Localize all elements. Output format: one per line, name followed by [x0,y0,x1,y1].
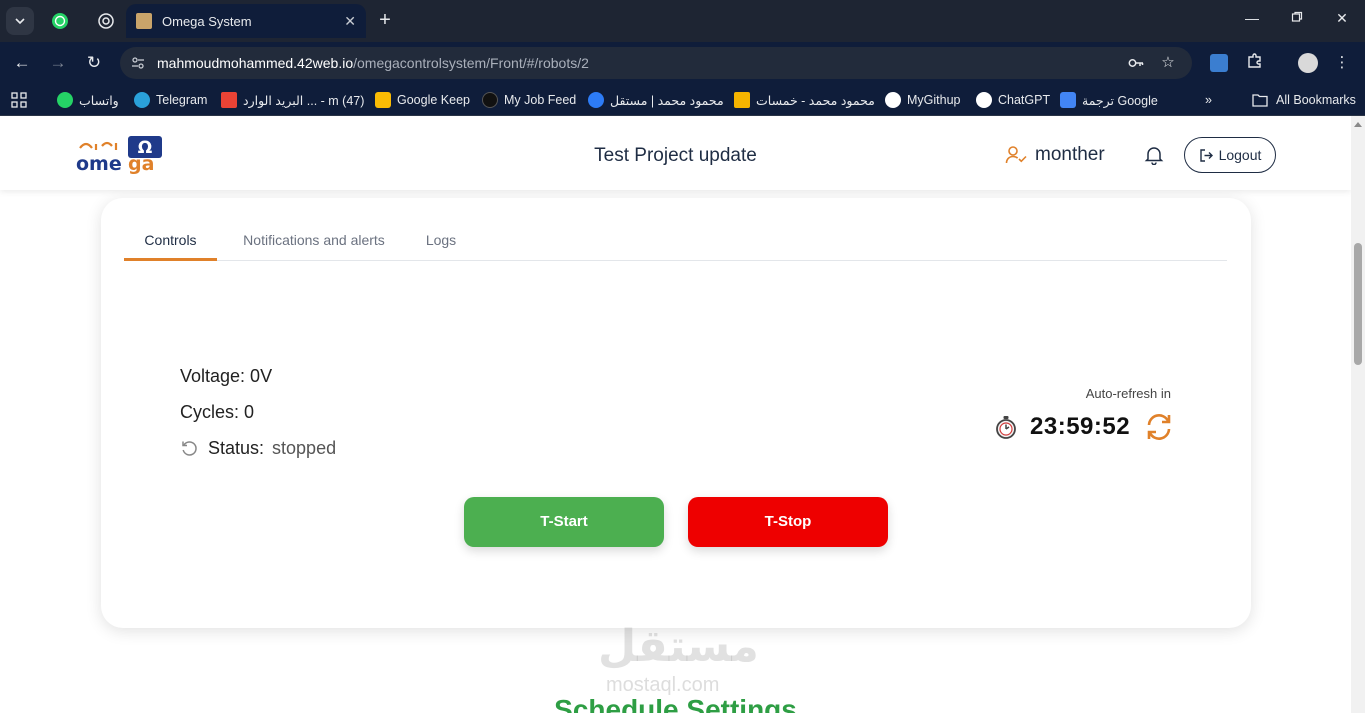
apps-grid-icon[interactable] [11,91,27,109]
browser-tab-strip: Omega System ✕ + — ✕ [0,0,1365,42]
status-rotate-icon [182,441,197,456]
tab-logs[interactable]: Logs [416,222,466,261]
bookmark-chatgpt[interactable]: ChatGPT [976,91,1050,109]
reload-icon[interactable]: ↻ [83,52,105,74]
stopwatch-icon [996,416,1016,439]
extensions-puzzle-icon[interactable] [1244,52,1266,74]
refresh-sync-icon[interactable] [1144,412,1174,442]
bookmarks-overflow-chevron-icon[interactable]: » [1205,91,1212,109]
keep-icon [375,92,391,108]
restore-icon[interactable] [1287,10,1307,26]
omega-favicon-icon [136,13,152,29]
browser-tab-title: Omega System [162,13,252,29]
chatgpt-icon [976,92,992,108]
bookmark-gmail[interactable]: البريد الوارد ... - m (47) [221,91,364,109]
browser-tab-active[interactable]: Omega System ✕ [126,4,366,38]
pinned-whatsapp-icon[interactable] [46,7,74,35]
status-value: stopped [272,438,337,458]
tab-notifications-alerts[interactable]: Notifications and alerts [232,222,396,261]
scrollbar-thumb[interactable] [1354,243,1362,365]
telegram-icon [134,92,150,108]
translate-icon [1060,92,1076,108]
folder-icon [1252,94,1268,107]
user-name: monther [1035,144,1105,165]
voltage-readout: Voltage: 0V [180,366,273,386]
close-tab-icon[interactable]: ✕ [344,13,356,30]
status-label: Status: [208,438,265,458]
bookmark-upwork[interactable]: My Job Feed [482,91,576,109]
countdown-timer: 23:59:52 [1030,413,1131,440]
logout-label: Logout [1218,147,1262,163]
bookmark-google-keep[interactable]: Google Keep [375,91,470,109]
site-info-icon[interactable] [130,55,146,71]
logout-button[interactable]: Logout [1184,137,1276,173]
t-stop-button[interactable]: T-Stop [688,497,888,547]
scroll-up-arrow-icon[interactable] [1354,122,1362,127]
page-viewport: Ω ome ga Test Project update monther Log… [0,116,1351,713]
forward-arrow-icon[interactable]: → [47,52,69,74]
bell-icon[interactable] [1144,145,1164,165]
bookmark-telegram[interactable]: Telegram [134,91,207,109]
new-tab-plus-icon[interactable]: + [374,8,396,32]
all-bookmarks-folder[interactable]: All Bookmarks [1252,91,1356,109]
bookmark-star-icon[interactable]: ☆ [1159,54,1177,72]
url-text: mahmoudmohammed.42web.io/omegacontrolsys… [157,55,589,71]
user-menu[interactable]: monther [1005,144,1105,166]
back-arrow-icon[interactable]: ← [11,52,33,74]
extension-blue-icon[interactable] [1210,54,1228,72]
page-scrollbar[interactable] [1351,116,1365,713]
status-readout: Status: stopped [180,438,336,459]
bookmark-mostaql[interactable]: محمود محمد | مستقل [588,91,724,109]
bookmark-whatsapp[interactable]: واتساب [57,91,119,109]
address-bar[interactable]: mahmoudmohammed.42web.io/omegacontrolsys… [120,47,1192,79]
bookmark-github[interactable]: MyGithup [885,91,961,109]
browser-menu-dots-icon[interactable]: ⋮ [1331,52,1353,74]
tab-search-chevron-icon[interactable] [6,7,34,35]
robot-control-card: Controls Notifications and alerts Logs V… [101,198,1251,628]
app-header: Ω ome ga Test Project update monther Log… [0,116,1351,190]
close-window-icon[interactable]: ✕ [1332,10,1352,27]
minimize-icon[interactable]: — [1242,10,1262,26]
gmail-icon [221,92,237,108]
pinned-chatgpt-icon[interactable] [92,7,120,35]
cycles-readout: Cycles: 0 [180,402,255,422]
user-check-icon [1005,146,1027,164]
tab-controls[interactable]: Controls [124,222,217,261]
t-start-button[interactable]: T-Start [464,497,664,547]
bookmark-google-translate[interactable]: ترجمة Google [1060,91,1158,109]
profile-avatar-icon[interactable] [1298,53,1318,73]
mostaql-watermark: مستقل [598,622,759,671]
auto-refresh-timer: 23:59:52 [994,412,1174,442]
upwork-icon [482,92,498,108]
password-key-icon[interactable] [1127,54,1145,72]
logout-icon [1199,148,1213,162]
schedule-settings-heading: Schedule Settings [554,694,797,713]
github-icon [885,92,901,108]
auto-refresh-label: Auto-refresh in [1085,386,1171,401]
mostaql-icon [588,92,604,108]
bookmarks-bar: واتساب Telegram البريد الوارد ... - m (4… [0,84,1365,116]
whatsapp-icon [57,92,73,108]
browser-toolbar: ← → ↻ mahmoudmohammed.42web.io/omegacont… [0,42,1365,84]
control-tabs: Controls Notifications and alerts Logs [124,222,1227,261]
khamsat-icon [734,92,750,108]
bookmark-khamsat[interactable]: محمود محمد - خمسات [734,91,875,109]
